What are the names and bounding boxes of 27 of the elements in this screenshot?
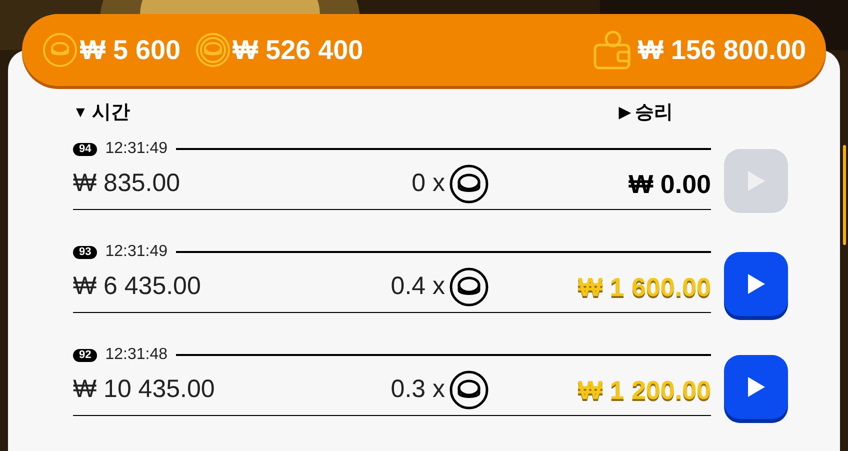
bet-amount: ₩ 835.00 (73, 168, 182, 200)
multiplier: 0.4 x (390, 271, 445, 302)
bet-amount: ₩ 6 435.00 (73, 271, 202, 302)
round-time: 12:31:49 (105, 139, 168, 159)
win-amount: ₩ 1 200.00 (577, 374, 711, 406)
round-time: 12:31:49 (105, 242, 168, 262)
play-button[interactable] (724, 354, 788, 418)
win-amount: ₩ 0.00 (628, 168, 711, 200)
round-time: 12:31:48 (105, 345, 168, 365)
coin-icon (449, 267, 489, 307)
coin-icon (449, 164, 489, 204)
play-button[interactable] (724, 252, 788, 316)
play-icon (746, 272, 766, 294)
coin-icon (194, 32, 231, 68)
column-header[interactable]: ▼ 시간 (73, 98, 130, 128)
balance-amount: ₩ 5 600 (80, 34, 181, 67)
multiplier: 0.3 x (390, 374, 445, 406)
multiplier: 0 x (412, 168, 445, 200)
play-icon (746, 170, 766, 192)
balance-amount: ₩ 526 400 (232, 34, 364, 67)
coin-icon (42, 32, 78, 68)
win-amount: ₩ 1 600.00 (577, 270, 711, 304)
wallet-amount: ₩ 156 800.00 (638, 34, 806, 67)
coin-icon (449, 370, 489, 410)
bet-amount: ₩ 10 435.00 (73, 374, 216, 406)
play-icon (746, 376, 766, 398)
column-header[interactable]: ▶ 승리 (619, 98, 673, 128)
